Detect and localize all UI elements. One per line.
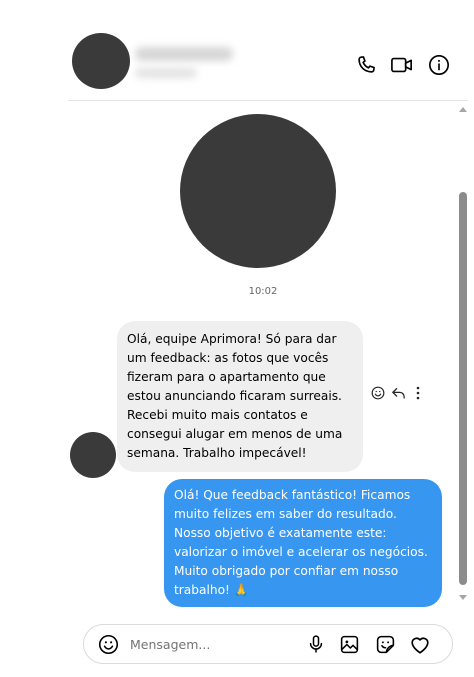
outgoing-message-bubble[interactable]: Olá! Que feedback fantástico! Ficamos mu…	[164, 479, 442, 607]
emoji-picker-button[interactable]	[97, 633, 119, 655]
incoming-message-bubble[interactable]: Olá, equipe Aprimora! Só para dar um fee…	[117, 321, 363, 472]
scroll-down-arrow-icon[interactable]	[459, 595, 467, 600]
emoji-icon	[98, 634, 118, 654]
contact-name-redacted[interactable]	[135, 47, 233, 61]
send-image-button[interactable]	[338, 633, 360, 655]
more-options-icon	[416, 386, 420, 400]
message-composer	[83, 624, 453, 664]
scrollbar-thumb[interactable]	[459, 192, 467, 585]
like-button[interactable]	[409, 633, 431, 655]
message-actions	[371, 384, 420, 402]
phone-call-button[interactable]	[354, 53, 378, 77]
microphone-icon	[309, 635, 323, 653]
sticker-icon	[376, 635, 394, 653]
emoji-react-icon	[371, 386, 385, 400]
video-call-button[interactable]	[390, 53, 414, 77]
react-button[interactable]	[371, 386, 385, 400]
sticker-button[interactable]	[374, 633, 396, 655]
sender-avatar[interactable]	[70, 432, 116, 478]
profile-picture-large[interactable]	[180, 114, 336, 268]
scroll-up-arrow-icon[interactable]	[459, 107, 467, 112]
reply-icon	[392, 388, 405, 399]
contact-status-redacted	[135, 68, 197, 78]
thread-scrollbar[interactable]	[456, 101, 470, 611]
message-timestamp: 10:02	[248, 286, 278, 297]
more-options-button[interactable]	[416, 386, 420, 400]
conversation-info-button[interactable]	[427, 53, 451, 77]
image-icon	[340, 635, 358, 653]
info-icon	[429, 55, 449, 75]
reply-button[interactable]	[391, 386, 406, 400]
video-camera-icon	[391, 57, 412, 73]
chat-header	[0, 0, 474, 101]
contact-avatar[interactable]	[72, 33, 130, 89]
phone-icon	[358, 56, 375, 73]
message-input[interactable]	[130, 634, 290, 654]
message-thread[interactable]: 10:02 Olá, equipe Aprimora! Só para dar …	[0, 101, 474, 611]
voice-message-button[interactable]	[305, 633, 327, 655]
heart-icon	[411, 637, 429, 654]
